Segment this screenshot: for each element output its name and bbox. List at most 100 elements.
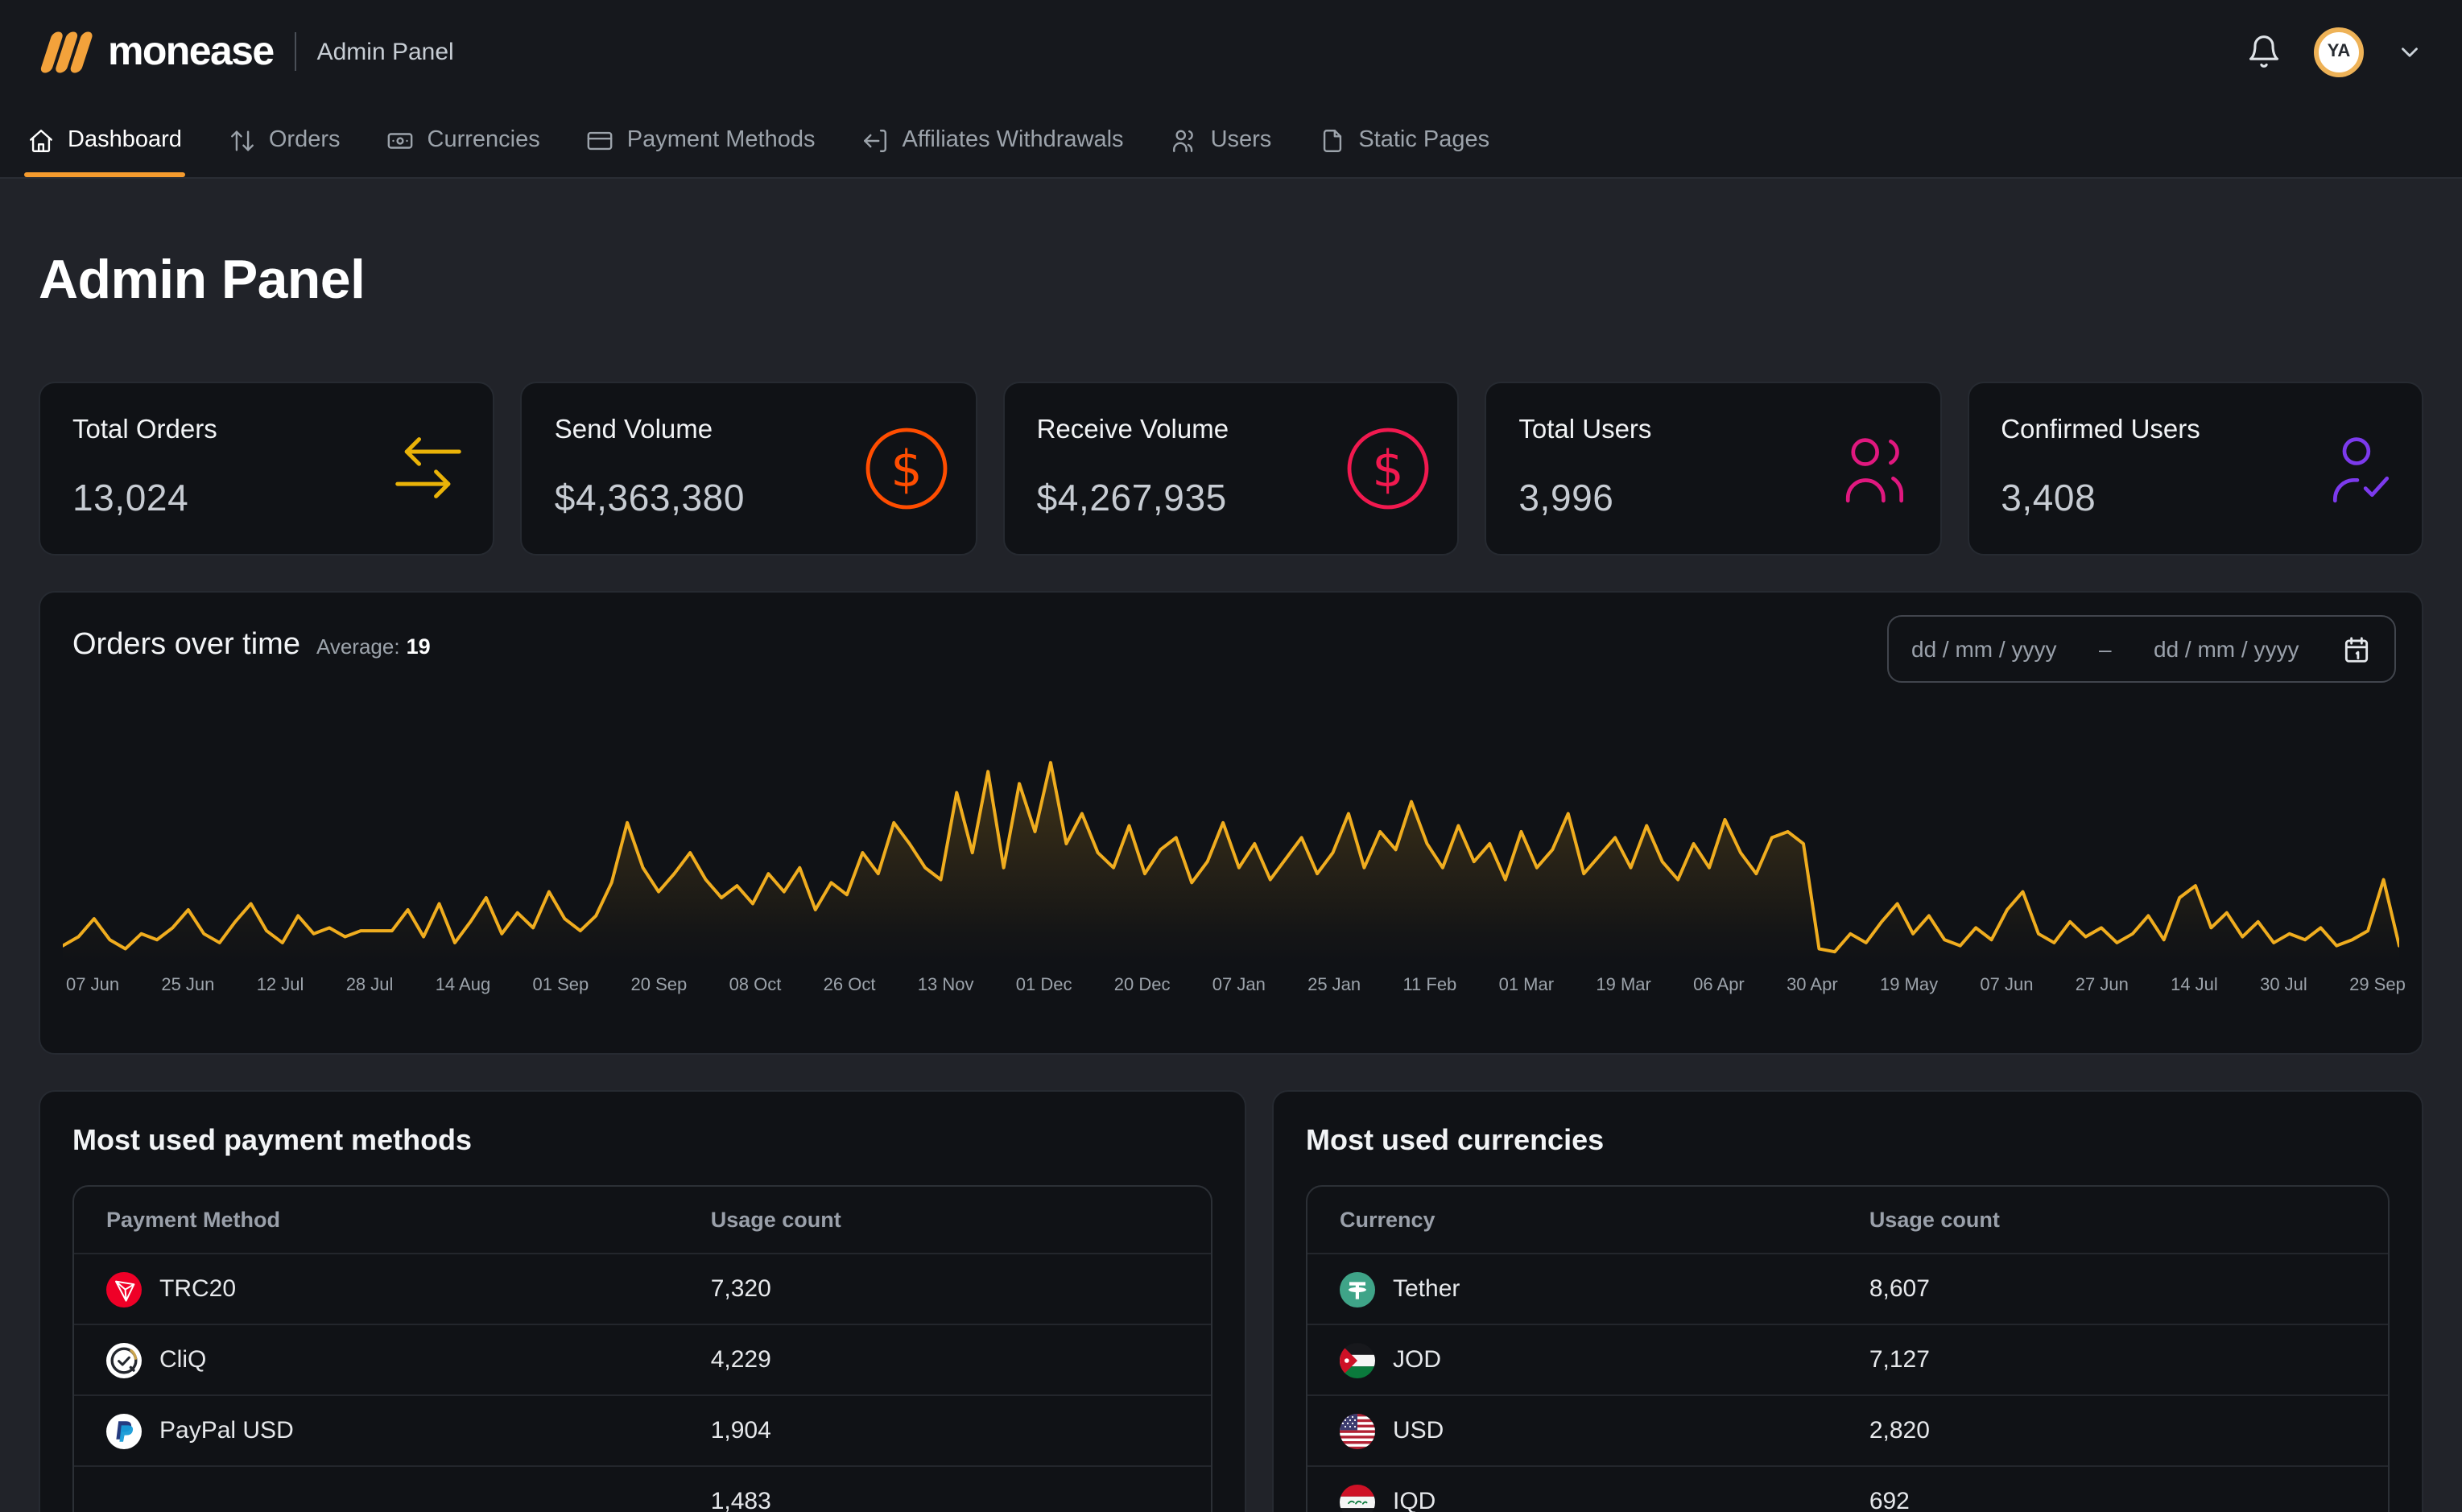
bell-icon[interactable] — [2246, 34, 2282, 69]
transfer-arrows-icon — [390, 433, 468, 504]
x-tick-label: 07 Jun — [66, 976, 119, 995]
x-tick-label: 01 Dec — [1016, 976, 1072, 995]
nav-tab-label: Payment Methods — [627, 127, 816, 153]
currency-name: IQD — [1393, 1488, 1435, 1512]
avatar[interactable]: YA — [2314, 27, 2364, 76]
bottom-tables: Most used payment methods Payment Method… — [39, 1090, 2423, 1512]
x-tick-label: 26 Oct — [824, 976, 876, 995]
x-tick-label: 07 Jun — [1980, 976, 2033, 995]
nav-tab-payment-methods[interactable]: Payment Methods — [587, 103, 816, 177]
dollar-circle-icon: $ — [1345, 425, 1431, 512]
header-subtitle: Admin Panel — [317, 38, 454, 65]
jordan-flag-icon — [1340, 1342, 1375, 1378]
us-flag-icon — [1340, 1413, 1375, 1448]
date-range-separator: – — [2099, 636, 2112, 662]
currencies-table: Currency Usage count Tether 8,607 — [1306, 1185, 2390, 1512]
table-row: 1,483 — [74, 1465, 1211, 1512]
currencies-card: Most used currencies Currency Usage coun… — [1272, 1090, 2423, 1512]
tether-icon — [1340, 1271, 1375, 1307]
stat-card-total-orders: Total Orders 13,024 — [39, 382, 495, 556]
brand-name: monease — [108, 28, 274, 75]
main-nav: Dashboard Orders Currencies Payment Meth… — [0, 103, 2462, 179]
x-tick-label: 01 Mar — [1499, 976, 1555, 995]
x-tick-label: 30 Jul — [2260, 976, 2307, 995]
x-tick-label: 08 Oct — [729, 976, 782, 995]
nav-tab-static-pages[interactable]: Static Pages — [1318, 103, 1489, 177]
arrow-up-down-icon — [229, 126, 256, 154]
usage-count: 1,904 — [711, 1417, 1211, 1444]
dollar-circle-icon: $ — [863, 425, 950, 512]
x-tick-label: 27 Jun — [2076, 976, 2129, 995]
x-tick-label: 12 Jul — [257, 976, 304, 995]
brand-logo[interactable]: monease — [39, 27, 274, 76]
usage-count: 692 — [1869, 1488, 2388, 1512]
chart-average-label: Average: — [316, 634, 400, 659]
date-range-picker[interactable]: dd / mm / yyyy – dd / mm / yyyy — [1887, 615, 2396, 683]
nav-tab-label: Currencies — [428, 127, 540, 153]
x-tick-label: 25 Jan — [1307, 976, 1361, 995]
x-tick-label: 11 Feb — [1402, 976, 1456, 995]
date-from-input[interactable]: dd / mm / yyyy — [1911, 636, 2056, 662]
stat-card-total-users: Total Users 3,996 — [1485, 382, 1941, 556]
currency-name: JOD — [1393, 1346, 1441, 1374]
payment-methods-table: Payment Method Usage count TRC20 7,320 — [72, 1185, 1212, 1512]
paypal-icon — [106, 1413, 142, 1448]
x-tick-label: 25 Jun — [161, 976, 214, 995]
user-check-icon — [2324, 433, 2396, 504]
monease-logo-icon — [39, 27, 93, 76]
table-header-row: Currency Usage count — [1307, 1187, 2388, 1253]
chevron-down-icon[interactable] — [2396, 38, 2423, 65]
usage-count: 2,820 — [1869, 1417, 2388, 1444]
chart-title: Orders over time — [72, 628, 300, 663]
x-tick-label: 20 Sep — [631, 976, 688, 995]
usage-count: 4,229 — [711, 1346, 1211, 1374]
home-icon — [27, 126, 55, 154]
page-title: Admin Panel — [39, 250, 2423, 312]
chart-average-value: 19 — [407, 634, 431, 659]
nav-tab-users[interactable]: Users — [1171, 103, 1272, 177]
currencies-title: Most used currencies — [1306, 1124, 2390, 1158]
payment-method-name: PayPal USD — [159, 1417, 294, 1444]
stat-card-receive-volume: Receive Volume $4,267,935 $ — [1003, 382, 1460, 556]
nav-tab-label: Affiliates Withdrawals — [903, 127, 1124, 153]
x-tick-label: 13 Nov — [918, 976, 974, 995]
credit-card-icon — [587, 126, 614, 154]
x-tick-label: 14 Aug — [436, 976, 491, 995]
nav-tab-currencies[interactable]: Currencies — [387, 103, 540, 177]
nav-tab-dashboard[interactable]: Dashboard — [27, 103, 182, 177]
x-tick-label: 28 Jul — [346, 976, 394, 995]
nav-tab-affiliates-withdrawals[interactable]: Affiliates Withdrawals — [862, 103, 1124, 177]
date-to-input[interactable]: dd / mm / yyyy — [2154, 636, 2299, 662]
stats-row: Total Orders 13,024 Send Volume $4,363,3… — [39, 382, 2423, 556]
table-row: IQD 692 — [1307, 1465, 2388, 1512]
calendar-icon[interactable] — [2341, 634, 2372, 664]
x-tick-label: 29 Sep — [2349, 976, 2406, 995]
column-header: Usage count — [1869, 1208, 2388, 1232]
table-header-row: Payment Method Usage count — [74, 1187, 1211, 1253]
table-row: Tether 8,607 — [1307, 1253, 2388, 1324]
nav-tab-label: Static Pages — [1358, 127, 1489, 153]
currency-name: Tether — [1393, 1275, 1460, 1303]
nav-tab-label: Users — [1211, 127, 1272, 153]
column-header: Usage count — [711, 1208, 1211, 1232]
main-content: Admin Panel Total Orders 13,024 Send Vol… — [0, 250, 2462, 1512]
payment-method-name: CliQ — [159, 1346, 206, 1374]
x-tick-label: 01 Sep — [533, 976, 589, 995]
nav-tab-label: Dashboard — [68, 127, 182, 153]
column-header: Payment Method — [74, 1208, 711, 1232]
users-icon — [1171, 126, 1198, 154]
x-tick-label: 19 Mar — [1596, 976, 1651, 995]
x-axis-ticks: 07 Jun 25 Jun 12 Jul 28 Jul 14 Aug 01 Sep 20 S… — [66, 976, 2406, 995]
stat-card-send-volume: Send Volume $4,363,380 $ — [521, 382, 977, 556]
iraq-flag-icon — [1340, 1484, 1375, 1512]
payment-method-name: TRC20 — [159, 1275, 236, 1303]
x-tick-label: 06 Apr — [1693, 976, 1745, 995]
table-row: TRC20 7,320 — [74, 1253, 1211, 1324]
stat-card-confirmed-users: Confirmed Users 3,408 — [1967, 382, 2423, 556]
header-divider — [295, 32, 296, 71]
payment-methods-title: Most used payment methods — [72, 1124, 1212, 1158]
top-header: monease Admin Panel YA — [0, 0, 2462, 103]
nav-tab-label: Orders — [269, 127, 341, 153]
nav-tab-orders[interactable]: Orders — [229, 103, 341, 177]
x-tick-label: 30 Apr — [1787, 976, 1838, 995]
